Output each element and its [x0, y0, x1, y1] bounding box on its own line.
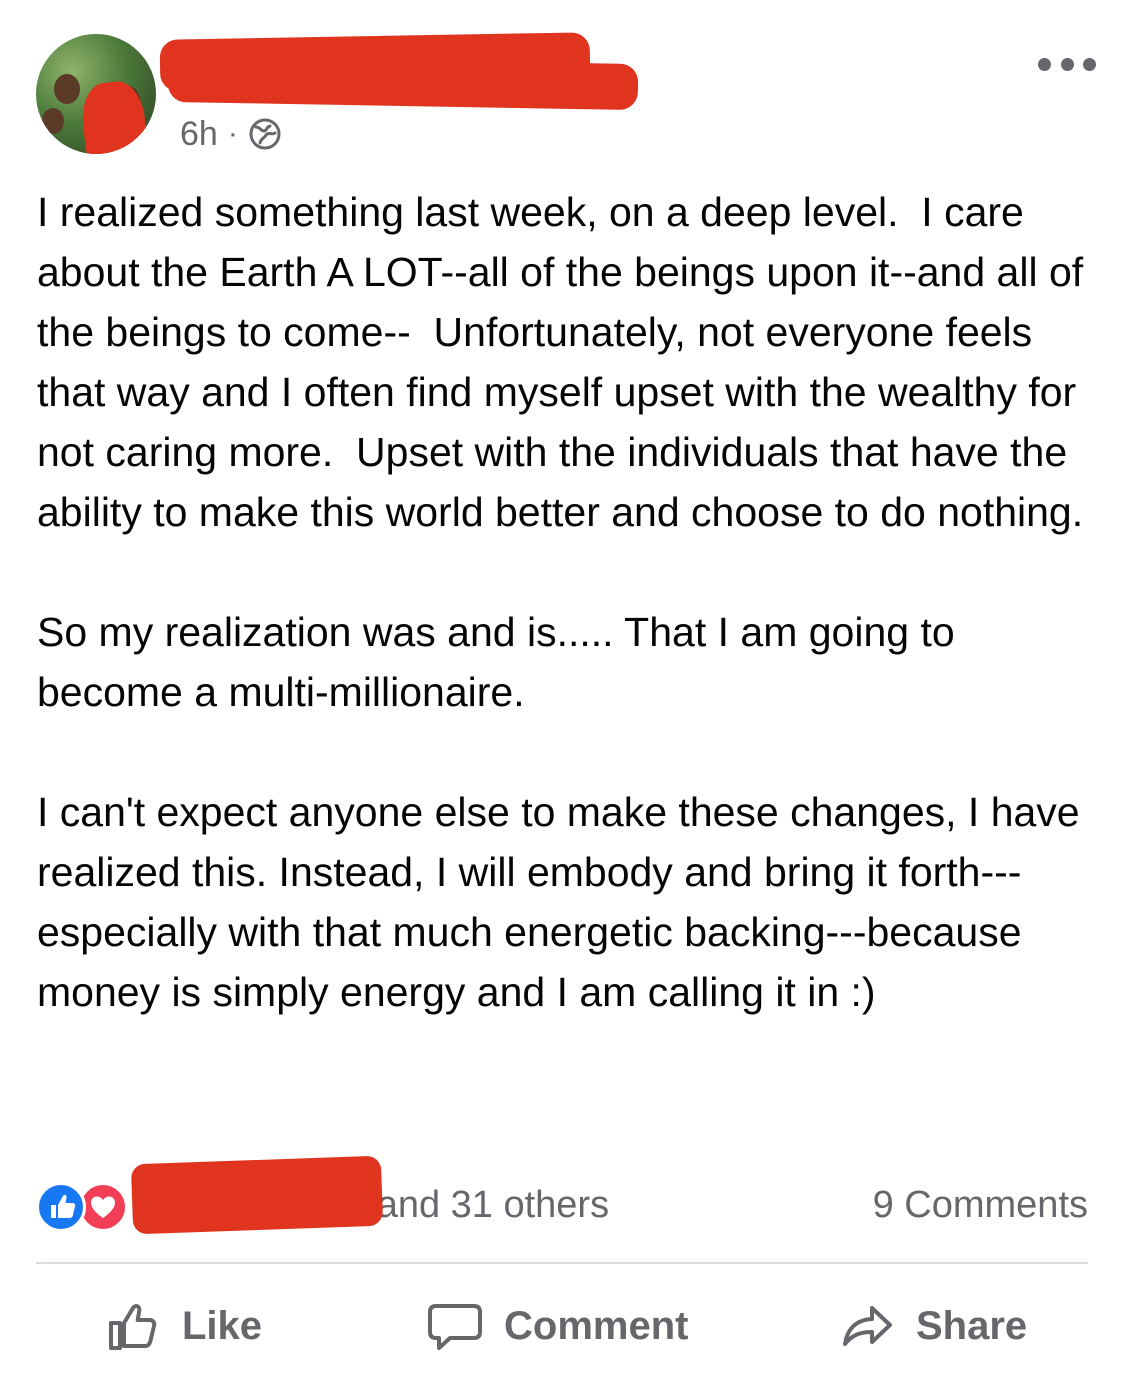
- like-label: Like: [182, 1303, 263, 1348]
- timestamp-separator: ·: [227, 117, 238, 150]
- more-dot: [1038, 57, 1051, 71]
- more-options-icon[interactable]: [1038, 50, 1096, 78]
- post-paragraph: I can't expect anyone else to make these…: [37, 789, 1092, 1015]
- more-dot: [1083, 57, 1096, 71]
- share-label: Share: [916, 1303, 1028, 1348]
- globe-icon: [248, 117, 282, 151]
- action-divider: [36, 1262, 1088, 1264]
- reactions-row: ey and 31 others 9 Comments: [36, 1155, 1088, 1235]
- thumbs-up-icon: [109, 1304, 157, 1350]
- avatar-photo-face: [54, 74, 80, 104]
- share-button[interactable]: Share: [840, 1290, 1027, 1362]
- author-name-redaction: [167, 55, 639, 111]
- comment-button[interactable]: Comment: [426, 1290, 688, 1362]
- post-paragraph: I realized something last week, on a dee…: [37, 189, 1095, 535]
- like-button[interactable]: Like: [106, 1290, 262, 1362]
- reaction-icons[interactable]: [36, 1182, 136, 1232]
- comments-count-link[interactable]: 9 Comments: [873, 1178, 1088, 1232]
- timestamp-text: 6h: [180, 114, 218, 153]
- post-paragraph: So my realization was and is..... That I…: [37, 609, 967, 715]
- comment-label: Comment: [504, 1303, 689, 1348]
- comment-bubble-icon: [428, 1304, 482, 1350]
- share-arrow-icon: [843, 1306, 892, 1346]
- avatar-redaction: [79, 79, 151, 154]
- more-dot: [1060, 57, 1074, 71]
- like-reaction-icon: [36, 1182, 86, 1232]
- avatar[interactable]: [36, 34, 156, 154]
- post-body: I realized something last week, on a dee…: [37, 182, 1097, 1022]
- post-timestamp[interactable]: 6h ·: [180, 112, 282, 156]
- reactor-names-redaction: [130, 1155, 384, 1235]
- action-bar: Like Comment Share: [36, 1290, 1088, 1362]
- avatar-photo-face: [42, 108, 64, 134]
